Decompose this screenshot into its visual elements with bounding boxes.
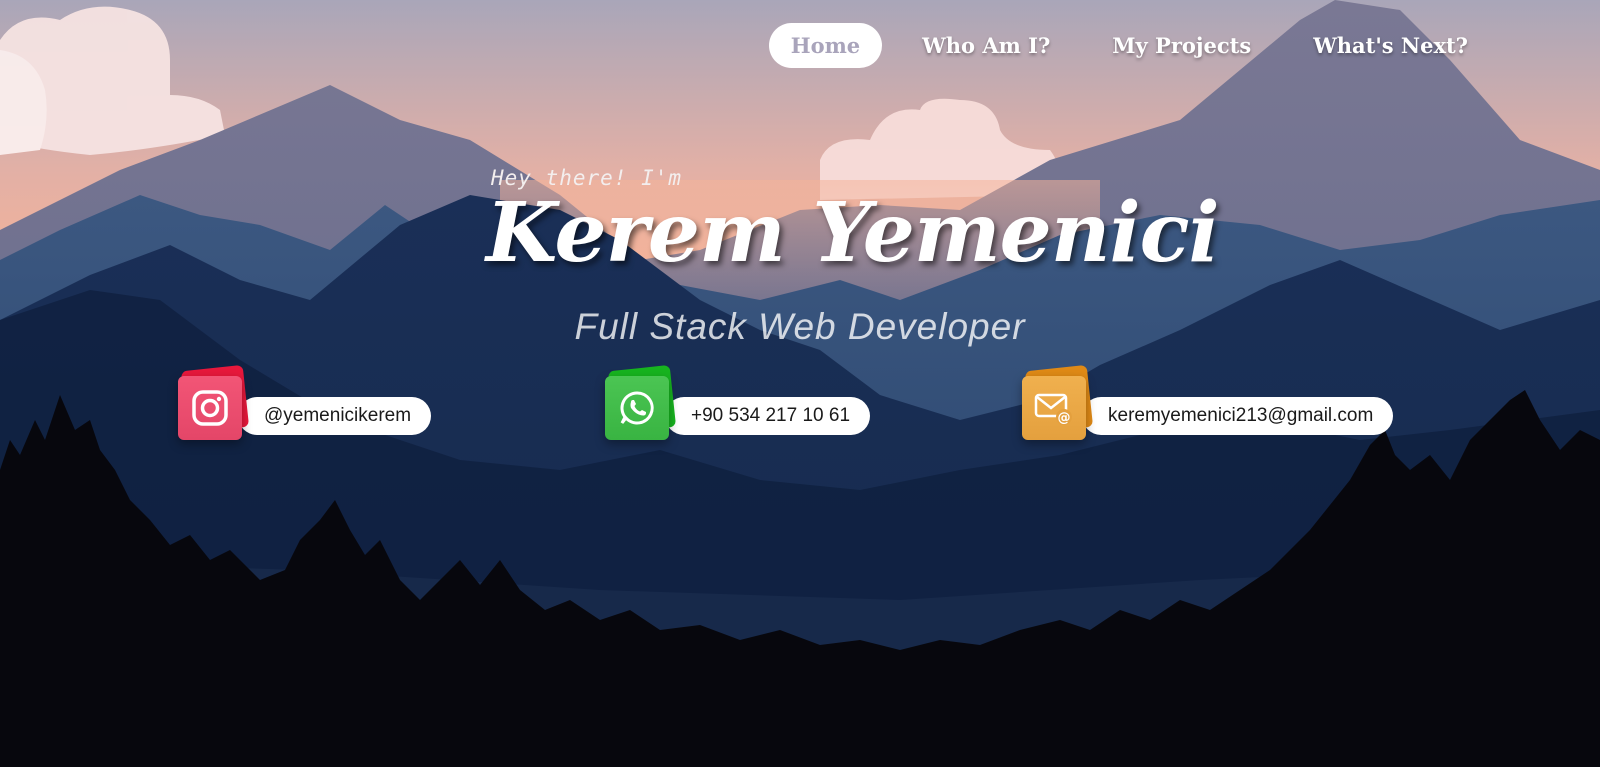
nav-whats-next[interactable]: What's Next? [1291,23,1490,68]
nav-home[interactable]: Home [768,23,883,68]
mail-icon[interactable]: @ [1022,376,1086,440]
whatsapp-icon[interactable] [605,376,669,440]
instagram-handle[interactable]: @yemenicikerem [238,397,432,435]
hero-role: Full Stack Web Developer [574,306,1026,347]
instagram-icon[interactable] [178,376,242,440]
hero-name: Kerem Yemenici [486,185,1220,281]
nav-who-am-i[interactable]: Who Am I? [900,23,1072,68]
email-address[interactable]: keremyemenici213@gmail.com [1082,397,1394,435]
nav-my-projects[interactable]: My Projects [1090,23,1273,68]
main-nav: Home Who Am I? My Projects What's Next? [768,23,1490,68]
svg-text:@: @ [1058,411,1071,426]
phone-number[interactable]: +90 534 217 10 61 [665,397,871,435]
